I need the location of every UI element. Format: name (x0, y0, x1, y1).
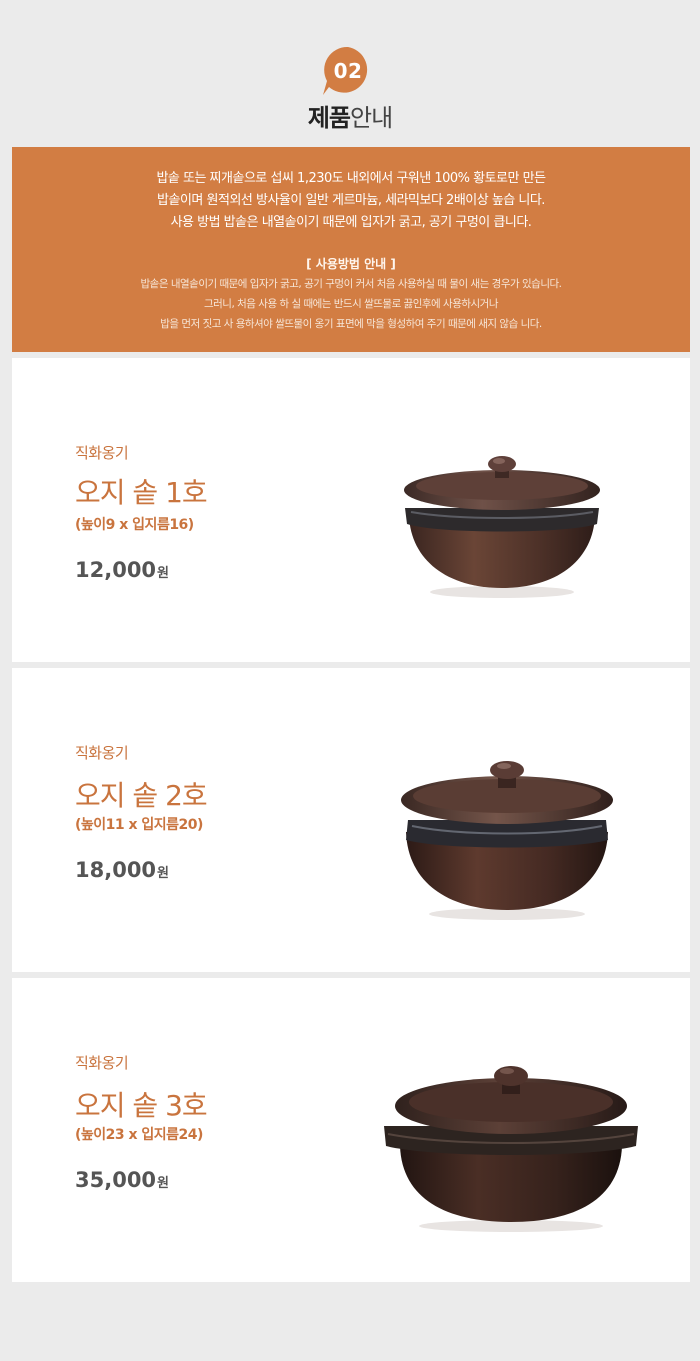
section-title-rest: 안내 (350, 104, 393, 132)
product-spec: (높이9 x 입지름16) (75, 517, 194, 533)
product-card-3: 직화옹기 오지 솥 3호 (높이23 x 입지름24) 35,000원 (12, 978, 690, 1282)
price-value: 12,000 (75, 558, 157, 582)
usage-line: 그러니, 처음 사용 하 실 때에는 반드시 쌀뜨물로 끓인후에 사용하시거나 (203, 298, 499, 310)
pot-image-3 (384, 1066, 638, 1232)
product-card-1: 직화옹기 오지 솥 1호 (높이9 x 입지름16) 12,000원 (12, 358, 690, 662)
product-name: 오지 솥 2호 (75, 779, 208, 812)
product-price: 35,000원 (75, 1168, 169, 1192)
section-number-badge: 02 (320, 45, 376, 97)
usage-line: 밥을 먼저 짓고 사 용하셔야 쌀뜨물이 옹기 표면에 막을 형성하여 주기 때… (160, 318, 542, 330)
pot-image-2 (401, 761, 613, 920)
notice-line: 밥솥이며 원적외선 방사율이 일반 게르마늄, 세라믹보다 2배이상 높습 니다… (157, 193, 545, 208)
price-unit: 원 (157, 1176, 170, 1191)
section-number: 02 (333, 59, 363, 83)
product-spec: (높이11 x 입지름20) (75, 817, 203, 833)
product-price: 12,000원 (75, 558, 169, 582)
product-spec: (높이23 x 입지름24) (75, 1127, 203, 1143)
section-title: 제품안내 (0, 98, 700, 133)
product-name: 오지 솥 3호 (75, 1089, 208, 1122)
usage-instructions: 밥솥은 내열솥이기 때문에 입자가 굵고, 공기 구멍이 커서 처음 사용하실 … (12, 274, 690, 334)
price-unit: 원 (157, 566, 170, 581)
product-price: 18,000원 (75, 858, 169, 882)
price-value: 18,000 (75, 858, 157, 882)
usage-line: 밥솥은 내열솥이기 때문에 입자가 굵고, 공기 구멍이 커서 처음 사용하실 … (140, 278, 562, 290)
product-category: 직화옹기 (75, 1054, 129, 1072)
pot-image-1 (404, 456, 600, 598)
notice-line: 밥솥 또는 찌개솥으로 섭씨 1,230도 내외에서 구워낸 100% 황토로만… (156, 171, 546, 186)
notice-line: 사용 방법 밥솥은 내열솥이기 때문에 입자가 굵고, 공기 구멍이 큽니다. (170, 215, 532, 230)
product-category: 직화옹기 (75, 744, 129, 762)
usage-title: [ 사용방법 안내 ] (306, 257, 396, 271)
section-header: 02 제품안내 (0, 0, 700, 145)
product-notice: 밥솥 또는 찌개솥으로 섭씨 1,230도 내외에서 구워낸 100% 황토로만… (12, 147, 690, 352)
notice-description: 밥솥 또는 찌개솥으로 섭씨 1,230도 내외에서 구워낸 100% 황토로만… (12, 168, 690, 234)
product-name: 오지 솥 1호 (75, 476, 208, 509)
price-unit: 원 (157, 866, 170, 881)
section-title-bold: 제품 (307, 104, 351, 132)
product-category: 직화옹기 (75, 444, 129, 462)
price-value: 35,000 (75, 1168, 157, 1192)
product-card-2: 직화옹기 오지 솥 2호 (높이11 x 입지름20) 18,000원 (12, 668, 690, 972)
